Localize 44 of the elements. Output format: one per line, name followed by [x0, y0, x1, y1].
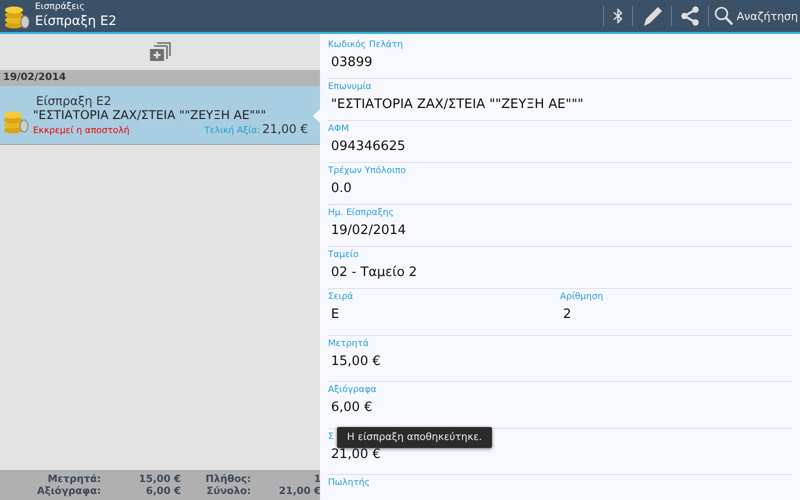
search-button[interactable]: Αναζήτηση	[712, 2, 800, 30]
total-label: Τελική Αξία:	[204, 126, 260, 136]
total-value: 21,00 €	[262, 122, 308, 136]
field-label: Αρίθμηση	[560, 292, 604, 302]
field-value[interactable]: 02 - Ταμείο 2	[331, 265, 418, 280]
field-value[interactable]: 6,00 €	[331, 400, 372, 415]
field-label: Ταμείο	[328, 250, 359, 260]
field-value[interactable]: 094346625	[331, 139, 406, 154]
summary-label: Πλήθος:	[204, 474, 251, 484]
field-label: Πωλητής	[328, 478, 370, 488]
summary-label: Μετρητά:	[46, 474, 101, 484]
receipt-title: Είσπραξη Ε2	[36, 94, 112, 108]
field-value[interactable]: 19/02/2014	[331, 223, 406, 238]
summary-label: Σύνολο:	[206, 486, 251, 496]
date-header: 19/02/2014	[0, 70, 320, 86]
screen-title: Είσπραξη Ε2	[35, 13, 117, 30]
field-value[interactable]: 21,00 €	[331, 446, 381, 462]
summary-value: 1	[313, 474, 321, 484]
field-value[interactable]: 2	[563, 307, 572, 322]
field-value[interactable]: 03899	[331, 55, 372, 70]
field-value[interactable]: 15,00 €	[331, 354, 381, 368]
field-label: Ημ. Είσπραξης	[328, 208, 394, 218]
field-label: Σ	[328, 432, 334, 442]
add-copy-icon[interactable]	[149, 42, 171, 62]
field-label: Μετρητά	[328, 338, 369, 348]
app-subtitle: Εισπράξεις	[35, 2, 86, 13]
field-label: ΑΦΜ	[328, 124, 350, 134]
search-icon	[714, 6, 734, 26]
summary-label: Αξιόγραφα:	[36, 486, 101, 496]
summary-value: 6,00 €	[144, 486, 181, 496]
receipt-list-item[interactable]: Είσπραξη Ε2 "ΕΣΤΙΑΤΟΡΙΑ ΖΑΧ/ΣΤΕΙΑ ""ΖΕΥΞΗ ΑΕ""" Εκκρεμεί η αποστολή Τελική Αξία: 21,00 €	[0, 86, 320, 145]
field-label: Κωδικός Πελάτη	[328, 40, 403, 50]
field-label: Αξιόγραφα	[328, 385, 377, 395]
field-value[interactable]: Ε	[331, 307, 340, 322]
summary-value: 21,00 €	[278, 486, 321, 496]
field-value[interactable]: "ΕΣΤΙΑΤΟΡΙΑ ΖΑΧ/ΣΤΕΙΑ ""ΖΕΥΞΗ ΑΕ"""	[331, 97, 584, 112]
field-label: Τρέχων Υπόλοιπο	[328, 166, 406, 176]
summary-value: 15,00 €	[138, 474, 181, 484]
saved-toast: Η είσπραξη αποθηκεύτηκε.	[337, 427, 492, 448]
customer-name: "ΕΣΤΙΑΤΟΡΙΑ ΖΑΧ/ΣΤΕΙΑ ""ΖΕΥΞΗ ΑΕ"""	[33, 108, 266, 122]
field-label: Σειρά	[328, 292, 354, 302]
field-label: Επωνυμία	[328, 82, 372, 92]
status-text: Εκκρεμεί η αποστολή	[33, 126, 130, 136]
field-value[interactable]: 0.0	[331, 181, 352, 196]
